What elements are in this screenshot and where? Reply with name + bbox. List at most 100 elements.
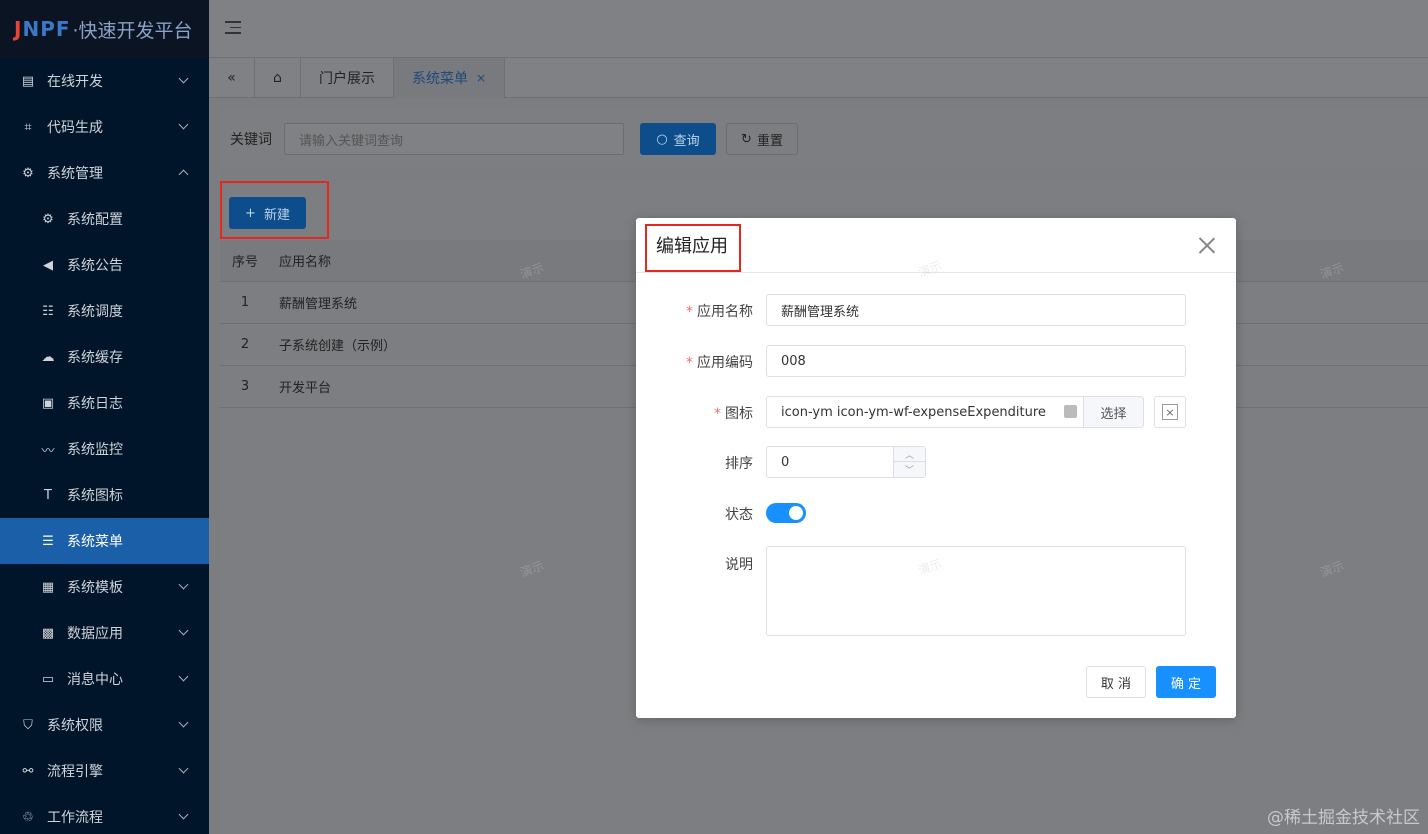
app-logo[interactable]: JNPF ·快速开发平台	[0, 0, 209, 58]
sidebar-item-label: 数据应用	[67, 626, 123, 642]
data-app-icon: ▩	[41, 625, 55, 641]
sidebar-item-label: 消息中心	[67, 672, 123, 688]
logo-brand: JNPF	[14, 17, 71, 41]
cell-name: 开发平台	[279, 381, 332, 396]
app-name-input[interactable]: 薪酬管理系统	[766, 294, 1186, 326]
refresh-icon: ↻	[741, 131, 752, 147]
header-index: 序号	[231, 255, 258, 270]
log-icon: ▣	[41, 395, 55, 411]
sidebar-item-10[interactable]: ☰ 系统菜单	[0, 518, 209, 564]
tabs-scroll-left-icon[interactable]: «	[209, 58, 255, 98]
sidebar-item-label: 系统公告	[67, 258, 123, 274]
text-icon: T	[44, 487, 52, 503]
sidebar-item-4[interactable]: ◀ 系统公告	[0, 242, 209, 288]
sort-stepper[interactable]: ︿ ﹀	[893, 447, 925, 477]
cell-name: 薪酬管理系统	[279, 297, 358, 312]
sidebar-item-label: 系统菜单	[67, 534, 123, 550]
cloud-icon: ☁	[41, 349, 55, 365]
sidebar-item-label: 系统权限	[47, 718, 103, 734]
flow-engine-icon: ⚯	[22, 763, 34, 779]
config-gear-icon: ⚙	[42, 211, 54, 227]
sidebar-item-6[interactable]: ☁ 系统缓存	[0, 334, 209, 380]
sidebar-item-12[interactable]: ▩ 数据应用	[0, 610, 209, 656]
sidebar-item-label: 系统监控	[67, 442, 123, 458]
tab-bar: « ⌂ 门户展示 系统菜单 ×	[209, 58, 1428, 98]
sidebar-item-5[interactable]: ☷ 系统调度	[0, 288, 209, 334]
close-icon[interactable]	[1198, 236, 1216, 254]
message-icon: ▭	[41, 671, 55, 687]
sidebar-item-0[interactable]: ▤ 在线开发	[0, 58, 209, 104]
sidebar-item-8[interactable]: 〰系统监控	[0, 426, 209, 472]
sidebar-item-label: 系统模板	[67, 580, 123, 596]
sidebar-item-16[interactable]: ♲ 工作流程	[0, 794, 209, 834]
status-toggle[interactable]	[766, 503, 806, 523]
sidebar-menu: ▤ 在线开发 ⌗ 代码生成 ⚙ 系统管理 ⚙ 系统配置 ◀ 系统公告 ☷ 系统调度 ☁ 系统缓存 ▣ 系统日志…	[0, 58, 209, 834]
status-label: 状态	[725, 507, 753, 523]
search-bar: 关键词 请输入关键词查询 ○ 查询 ↻ 重置	[220, 108, 1428, 170]
highlight-box-new	[220, 181, 329, 239]
tab-system-menu[interactable]: 系统菜单 ×	[394, 58, 506, 98]
sidebar-item-7[interactable]: ▣ 系统日志	[0, 380, 209, 426]
sidebar-item-label: 系统调度	[67, 304, 123, 320]
menu-list-icon: ☰	[42, 533, 54, 549]
code-icon: ⌗	[24, 119, 32, 135]
reset-button[interactable]: ↻ 重置	[726, 123, 798, 155]
shield-icon: ⛉	[23, 717, 33, 733]
search-input[interactable]: 请输入关键词查询	[284, 123, 624, 155]
confirm-button[interactable]: 确 定	[1156, 666, 1216, 698]
cancel-button[interactable]: 取 消	[1086, 666, 1146, 698]
collapse-sidebar-icon[interactable]	[225, 21, 241, 35]
tab-portal[interactable]: 门户展示	[301, 58, 394, 98]
sidebar-item-11[interactable]: ▦ 系统模板	[0, 564, 209, 610]
sidebar-item-3[interactable]: ⚙ 系统配置	[0, 196, 209, 242]
chevron-down-icon	[178, 809, 189, 820]
highlight-box-title	[645, 224, 741, 272]
workflow-icon: ♲	[22, 809, 34, 825]
sidebar-item-label: 系统日志	[67, 396, 123, 412]
app-code-input[interactable]: 008	[766, 345, 1186, 377]
chevron-down-icon	[178, 671, 189, 682]
cell-index: 1	[240, 295, 250, 310]
icon-clear-button[interactable]: ×	[1154, 396, 1186, 428]
icon-input[interactable]: icon-ym icon-ym-wf-expenseExpenditure	[766, 396, 1084, 428]
cell-index: 3	[240, 379, 250, 394]
sidebar-item-label: 工作流程	[47, 810, 103, 826]
icon-preview-icon	[1064, 405, 1077, 418]
sidebar-item-label: 系统管理	[47, 166, 103, 182]
sidebar-item-15[interactable]: ⚯ 流程引擎	[0, 748, 209, 794]
icon-select-button[interactable]: 选择	[1084, 396, 1144, 428]
home-icon[interactable]: ⌂	[255, 58, 301, 98]
icon-label: * 图标	[714, 406, 753, 422]
sidebar: JNPF ·快速开发平台 ▤ 在线开发 ⌗ 代码生成 ⚙ 系统管理 ⚙ 系统配置 ◀ 系统公告 ☷ 系…	[0, 0, 209, 834]
sidebar-item-label: 在线开发	[47, 74, 103, 90]
decrement-icon[interactable]: ﹀	[894, 462, 925, 477]
search-icon: ○	[656, 131, 668, 147]
gear-icon: ⚙	[22, 165, 34, 181]
sidebar-item-label: 系统缓存	[67, 350, 123, 366]
chevron-up-icon	[178, 169, 189, 180]
chevron-down-icon	[178, 119, 189, 130]
description-textarea[interactable]	[766, 546, 1186, 636]
increment-icon[interactable]: ︿	[894, 447, 925, 462]
chevron-down-icon	[178, 625, 189, 636]
tab-close-icon[interactable]: ×	[476, 71, 486, 85]
app-code-label: * 应用编码	[686, 355, 753, 371]
chevron-down-icon	[178, 579, 189, 590]
sidebar-item-label: 代码生成	[47, 120, 103, 136]
cell-name: 子系统创建（示例）	[279, 339, 397, 354]
sidebar-item-label: 系统配置	[67, 212, 123, 228]
sort-label: 排序	[725, 456, 753, 472]
sidebar-item-14[interactable]: ⛉ 系统权限	[0, 702, 209, 748]
sidebar-item-2[interactable]: ⚙ 系统管理	[0, 150, 209, 196]
app-name-label: * 应用名称	[686, 304, 753, 320]
sidebar-item-9[interactable]: T 系统图标	[0, 472, 209, 518]
sidebar-item-label: 系统图标	[67, 488, 123, 504]
query-button[interactable]: ○ 查询	[640, 123, 716, 155]
sidebar-item-13[interactable]: ▭ 消息中心	[0, 656, 209, 702]
sidebar-item-label: 流程引擎	[47, 764, 103, 780]
logo-subtitle: ·快速开发平台	[72, 19, 193, 42]
sidebar-item-1[interactable]: ⌗ 代码生成	[0, 104, 209, 150]
monitor-icon: 〰	[41, 443, 55, 459]
header-name: 应用名称	[279, 255, 332, 270]
description-label: 说明	[725, 557, 753, 573]
